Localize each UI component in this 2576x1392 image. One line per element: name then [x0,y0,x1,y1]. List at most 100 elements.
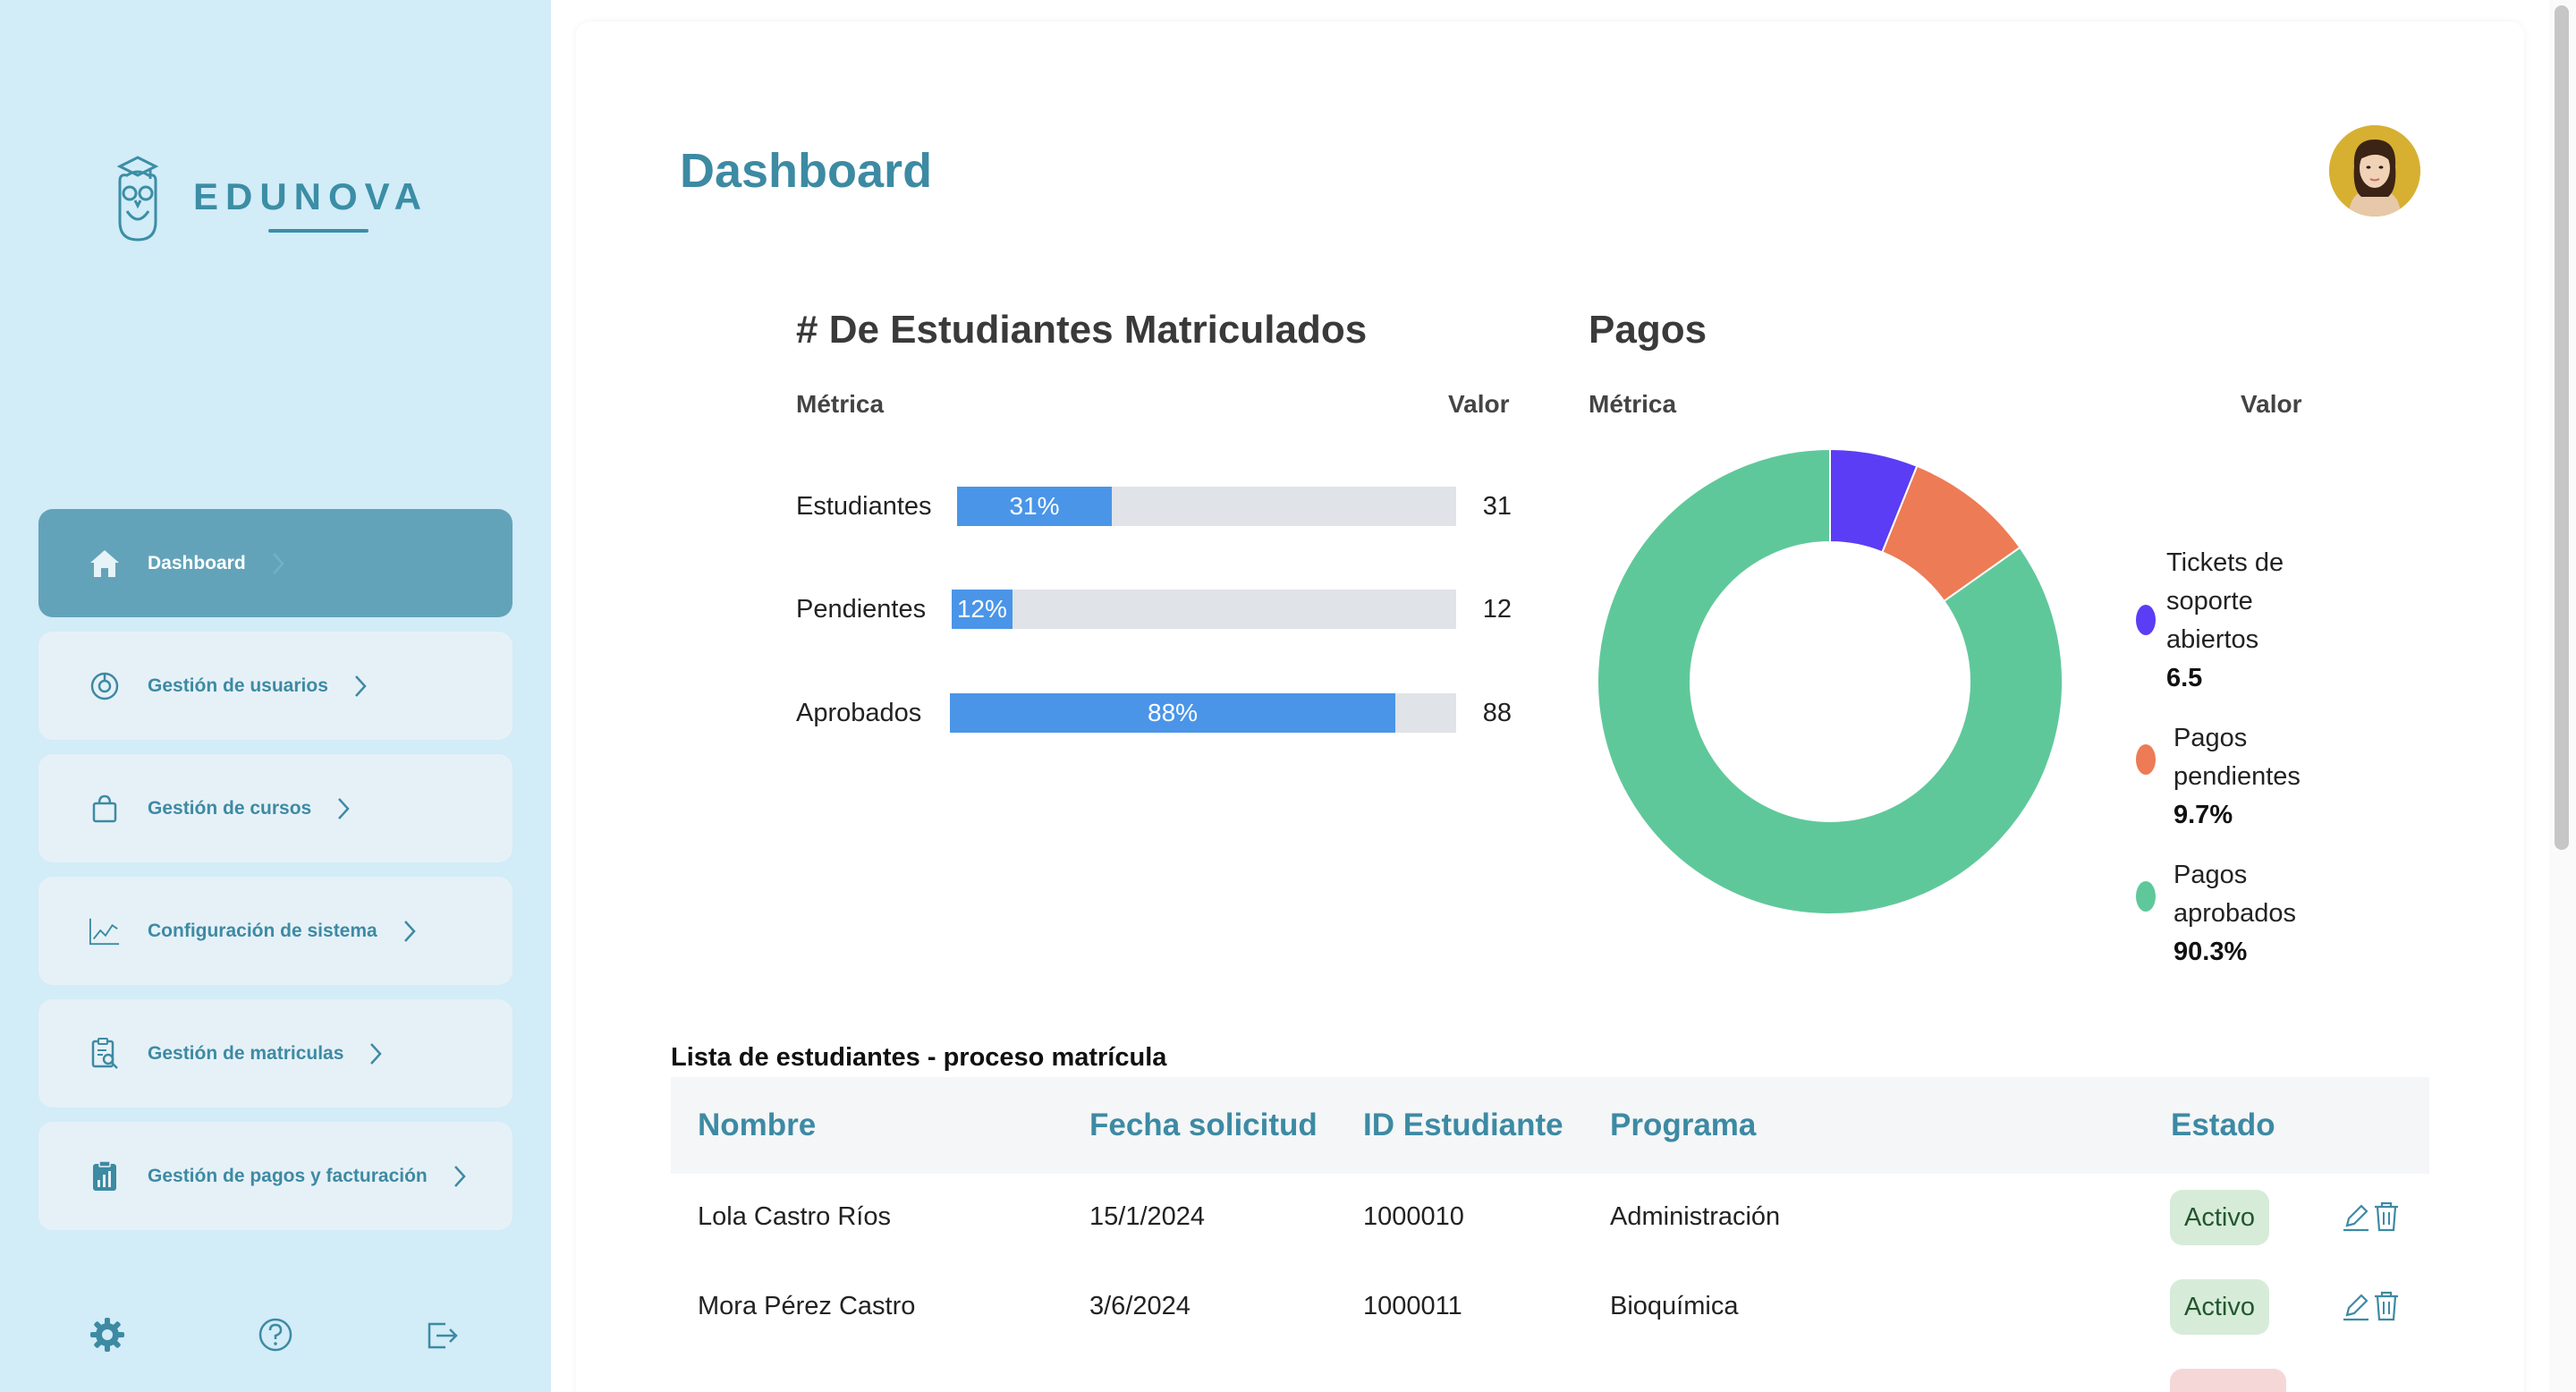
column-header[interactable]: Estado [2171,1108,2275,1143]
chevron-right-icon [453,1165,466,1187]
legend-value: 90.3% [2174,938,2248,966]
legend-label: Pagos aprobados [2174,861,2297,928]
table-row-partial [671,1353,2429,1392]
sidebar-item-label: Configuración de sistema [148,920,377,941]
sidebar-item-matriculas[interactable]: Gestión de matriculas [38,999,513,1108]
legend-value: 6.5 [2166,664,2203,692]
bar-fill: 12% [952,590,1013,629]
cell-programa: Administración [1610,1202,1781,1231]
cell-id: 1000010 [1363,1202,1464,1231]
students-table: Nombre Fecha solicitud ID Estudiante Pro… [671,1077,2429,1392]
bar-value: 31 [1482,492,1512,521]
legend-swatch [2136,881,2156,912]
sidebar-nav: Dashboard Gestión de usuarios Gestión de… [38,509,513,1244]
legend-label: Tickets de soporte abiertos [2166,548,2284,654]
bar-row-pendientes: Pendientes 12% 12 [796,590,1512,629]
legend-value: 9.7% [2174,801,2233,829]
status-badge [2170,1369,2286,1392]
bar-value: 88 [1482,699,1512,727]
sidebar-item-usuarios[interactable]: Gestión de usuarios [38,632,513,740]
legend-label: Pagos pendientes [2174,724,2301,791]
home-icon [89,547,121,580]
legend-swatch [2136,744,2156,775]
sidebar-item-pagos[interactable]: Gestión de pagos y facturación [38,1122,513,1230]
page-title: Dashboard [680,144,933,198]
bag-icon [89,793,121,825]
cell-nombre: Lola Castro Ríos [698,1202,891,1231]
edit-icon[interactable] [2342,1290,2370,1322]
students-chart-title: # De Estudiantes Matriculados [796,308,1368,352]
bar-track: 12% [952,590,1456,629]
bar-percent-label: 12% [956,595,1007,623]
students-value-header: Valor [1448,390,1510,418]
chevron-right-icon [370,1042,383,1065]
sidebar-item-label: Dashboard [148,552,246,573]
payments-legend: Tickets de soporte abiertos 6.5 Pagos pe… [2129,544,2343,993]
brand-underline [268,229,369,233]
avatar[interactable] [2329,125,2420,216]
trash-icon[interactable] [2372,1201,2401,1233]
sidebar-footer [0,1315,551,1365]
sidebar-item-label: Gestión de cursos [148,797,312,819]
status-badge: Activo [2170,1190,2269,1245]
bar-percent-label: 31% [1009,492,1060,520]
sidebar-item-label: Gestión de pagos y facturación [148,1165,428,1186]
payments-chart-title: Pagos [1589,308,1707,352]
table-title: Lista de estudiantes - proceso matrícula [671,1043,1167,1072]
payments-metric-header: Métrica [1589,390,1677,418]
sidebar-item-configuracion[interactable]: Configuración de sistema [38,877,513,985]
gear-icon[interactable] [88,1315,127,1354]
column-header[interactable]: Programa [1610,1108,1756,1143]
brand-name: EDUNOVA [193,175,428,217]
payments-donut-chart [1597,449,2063,914]
chart-line-icon [89,915,121,947]
bar-row-estudiantes: Estudiantes 31% 31 [796,487,1512,526]
table-row: Mora Pérez Castro 3/6/2024 1000011 Bioqu… [671,1263,2429,1353]
legend-item-tickets: Tickets de soporte abiertos 6.5 [2129,544,2343,698]
scrollbar-thumb[interactable] [2555,5,2569,850]
bar-value: 12 [1482,595,1512,624]
payments-value-header: Valor [2241,390,2302,418]
edit-icon[interactable] [2342,1201,2370,1233]
chevron-right-icon [354,675,367,697]
brand-logo[interactable]: EDUNOVA [111,150,451,243]
legend-item-aprobados: Pagos aprobados 90.3% [2129,856,2343,972]
status-badge: Activo [2170,1279,2269,1335]
sidebar-item-label: Gestión de usuarios [148,675,328,696]
owl-logo-icon [116,156,159,242]
clipboard-chart-icon [89,1159,121,1193]
bar-track: 31% [957,487,1456,526]
cell-fecha: 15/1/2024 [1089,1202,1206,1231]
user-circle-icon [89,670,121,702]
chevron-right-icon [338,797,350,819]
cell-id: 1000011 [1363,1292,1462,1320]
legend-item-pendientes: Pagos pendientes 9.7% [2129,719,2343,835]
bar-percent-label: 88% [1148,699,1199,726]
bar-label: Pendientes [796,595,927,624]
sidebar: EDUNOVA Dashboard Gestión de usuarios Ge… [0,0,551,1392]
students-metric-header: Métrica [796,390,885,418]
bar-label: Estudiantes [796,492,932,521]
cell-programa: Bioquímica [1610,1292,1739,1320]
trash-icon[interactable] [2372,1290,2401,1322]
sidebar-item-label: Gestión de matriculas [148,1042,344,1064]
table-row: Lola Castro Ríos 15/1/2024 1000010 Admin… [671,1174,2429,1263]
sidebar-item-cursos[interactable]: Gestión de cursos [38,754,513,862]
clipboard-search-icon [89,1037,121,1070]
cell-fecha: 3/6/2024 [1089,1292,1191,1320]
bar-track: 88% [950,693,1456,733]
bar-fill: 31% [957,487,1112,526]
logout-icon[interactable] [422,1315,462,1354]
table-header: Nombre Fecha solicitud ID Estudiante Pro… [671,1077,2429,1174]
legend-swatch [2136,605,2156,635]
chevron-right-icon [403,920,416,942]
bar-row-aprobados: Aprobados 88% 88 [796,693,1512,733]
cell-nombre: Mora Pérez Castro [698,1292,916,1320]
help-icon[interactable] [256,1315,295,1354]
column-header[interactable]: Fecha solicitud [1089,1108,1318,1143]
chevron-right-icon [272,552,284,574]
sidebar-item-dashboard[interactable]: Dashboard [38,509,513,617]
bar-label: Aprobados [796,699,922,727]
column-header[interactable]: ID Estudiante [1363,1108,1563,1143]
column-header[interactable]: Nombre [698,1108,816,1143]
